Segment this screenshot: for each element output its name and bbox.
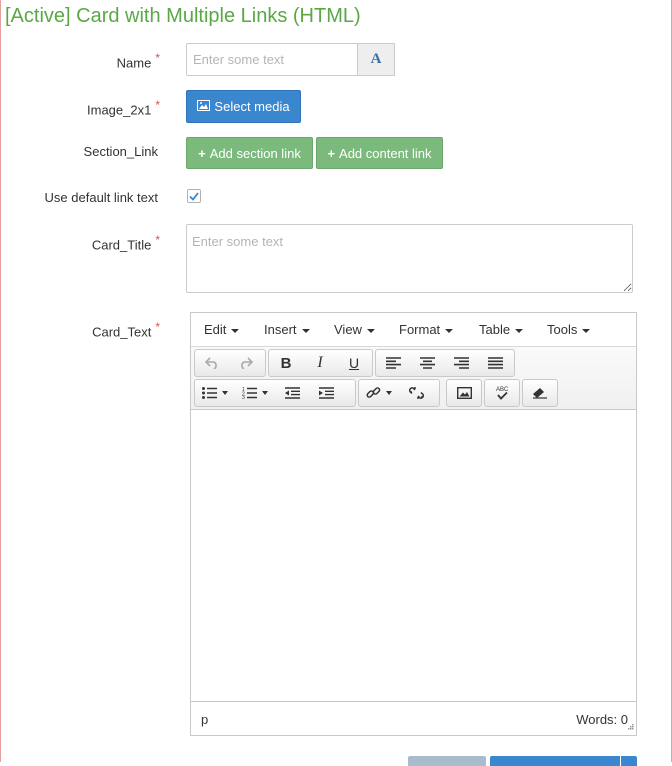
- eraser-icon[interactable]: [523, 380, 557, 406]
- required-mark: *: [155, 51, 160, 65]
- caret-down-icon: [262, 391, 268, 395]
- link-group: [358, 379, 440, 407]
- word-count: Words: 0: [576, 712, 628, 727]
- menu-insert[interactable]: Insert: [264, 322, 310, 337]
- italic-icon[interactable]: I: [303, 350, 337, 376]
- caret-down-icon: [222, 391, 228, 395]
- underline-icon[interactable]: U: [337, 350, 371, 376]
- cancel-button[interactable]: [408, 756, 486, 766]
- card-title-label-row: Card_Title *: [0, 233, 160, 252]
- align-right-icon[interactable]: [444, 350, 478, 376]
- undo-icon[interactable]: [195, 350, 229, 376]
- plus-icon: +: [327, 145, 336, 161]
- use-default-label-row: Use default link text: [0, 190, 158, 205]
- plus-icon: +: [198, 145, 206, 161]
- editor-statusbar: p Words: 0: [191, 701, 636, 735]
- insert-image-icon[interactable]: [447, 380, 481, 406]
- caret-down-icon: [515, 328, 524, 333]
- spellcheck-group: ABC: [484, 379, 520, 407]
- caret-down-icon: [445, 328, 454, 333]
- image-label: Image_2x1: [87, 102, 152, 118]
- required-mark: *: [155, 320, 160, 334]
- section-link-label: Section_Link: [83, 144, 158, 159]
- alignment-group: [375, 349, 515, 377]
- bold-icon[interactable]: B: [269, 350, 303, 376]
- card-title-textarea[interactable]: [186, 224, 633, 293]
- spellcheck-icon[interactable]: ABC: [485, 380, 519, 406]
- clear-format-group: [522, 379, 558, 407]
- caret-down-icon: [366, 328, 375, 333]
- use-default-link-text-label: Use default link text: [44, 190, 158, 205]
- save-button[interactable]: [490, 756, 620, 766]
- caret-down-icon: [301, 328, 310, 333]
- select-media-button[interactable]: Select media: [186, 90, 301, 123]
- align-left-icon[interactable]: [376, 350, 410, 376]
- unlink-icon[interactable]: [399, 380, 433, 406]
- required-mark: *: [155, 233, 160, 247]
- save-options-dropdown-button[interactable]: [621, 756, 637, 766]
- name-input[interactable]: [186, 43, 358, 76]
- required-mark: *: [155, 98, 160, 112]
- menu-edit[interactable]: Edit: [204, 322, 240, 337]
- text-style-group: B I U: [268, 349, 373, 377]
- editor-content-area[interactable]: [191, 410, 636, 700]
- use-default-link-text-checkbox[interactable]: [187, 189, 201, 203]
- image-icon: [197, 99, 211, 114]
- redo-icon[interactable]: [229, 350, 263, 376]
- add-section-link-label: Add section link: [209, 145, 301, 161]
- bullet-list-icon[interactable]: [195, 380, 235, 406]
- align-center-icon[interactable]: [410, 350, 444, 376]
- text-format-addon-button[interactable]: A: [357, 43, 395, 76]
- caret-down-icon: [582, 328, 591, 333]
- select-media-label: Select media: [214, 99, 290, 114]
- menu-tools[interactable]: Tools: [547, 322, 591, 337]
- editor-menubar: Edit Insert View Format Table Tools: [191, 313, 636, 347]
- card-text-label: Card_Text: [92, 324, 152, 340]
- menu-table[interactable]: Table: [479, 322, 524, 337]
- caret-down-icon: [231, 328, 240, 333]
- list-group: 123: [194, 379, 356, 407]
- name-label: Name: [116, 55, 152, 71]
- add-section-link-button[interactable]: + Add section link: [186, 137, 313, 169]
- link-icon[interactable]: [359, 380, 399, 406]
- page-title: [Active] Card with Multiple Links (HTML): [5, 5, 361, 27]
- indent-icon[interactable]: [309, 380, 343, 406]
- editor-toolbar: B I U 123 ABC: [191, 347, 636, 410]
- resize-handle-icon[interactable]: [628, 718, 634, 733]
- svg-text:ABC: ABC: [496, 387, 509, 393]
- card-title-label: Card_Title: [91, 237, 152, 253]
- element-path[interactable]: p: [201, 712, 208, 727]
- align-justify-icon[interactable]: [478, 350, 512, 376]
- card-text-label-row: Card_Text *: [0, 320, 160, 339]
- menu-view[interactable]: View: [334, 322, 375, 337]
- history-group: [194, 349, 266, 377]
- svg-text:3: 3: [242, 395, 245, 399]
- name-label-row: Name *: [0, 51, 160, 70]
- outdent-icon[interactable]: [275, 380, 309, 406]
- image-group: [446, 379, 482, 407]
- add-content-link-label: Add content link: [339, 145, 432, 161]
- add-content-link-button[interactable]: + Add content link: [316, 137, 443, 169]
- numbered-list-icon[interactable]: 123: [235, 380, 275, 406]
- rich-text-editor: Edit Insert View Format Table Tools B I …: [190, 312, 637, 736]
- checkmark-icon: [189, 191, 199, 201]
- menu-format[interactable]: Format: [399, 322, 454, 337]
- caret-down-icon: [386, 391, 392, 395]
- section-link-label-row: Section_Link: [0, 144, 158, 159]
- image-label-row: Image_2x1 *: [0, 98, 160, 117]
